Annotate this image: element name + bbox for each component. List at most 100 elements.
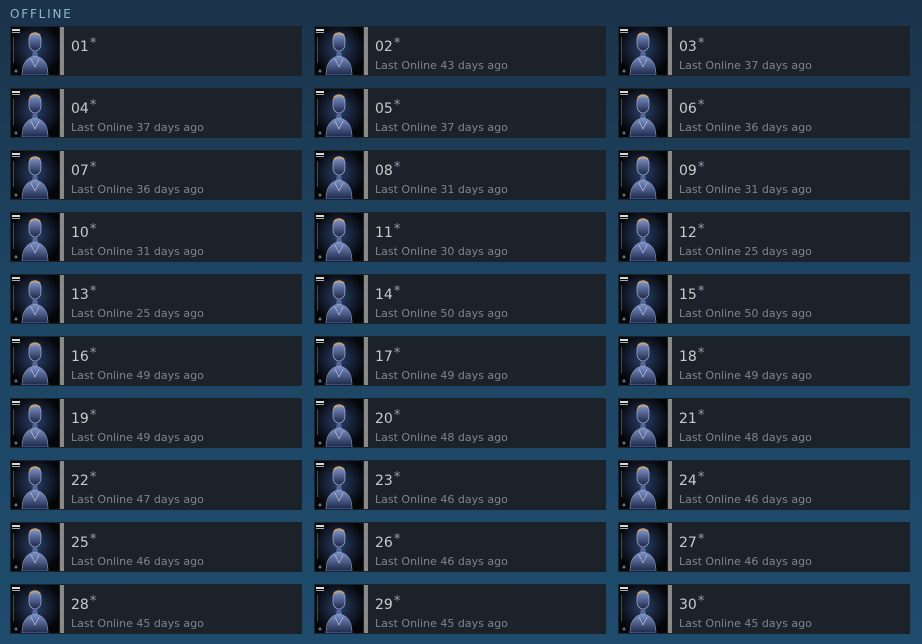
friend-name: 21*: [679, 408, 704, 427]
friend-tile[interactable]: 05* Last Online 37 days ago: [314, 88, 606, 138]
friend-name-text: 13: [71, 287, 89, 303]
nickname-star-icon: *: [393, 470, 401, 485]
friend-name: 19*: [71, 408, 96, 427]
avatar[interactable]: [315, 585, 363, 633]
avatar[interactable]: [315, 27, 363, 75]
avatar[interactable]: [619, 89, 667, 137]
last-online-status: Last Online 25 days ago: [679, 245, 812, 258]
avatar[interactable]: [619, 337, 667, 385]
offline-status-bar: [60, 399, 64, 447]
friend-tile[interactable]: 18* Last Online 49 days ago: [618, 336, 910, 386]
offline-status-bar: [60, 151, 64, 199]
avatar[interactable]: [315, 399, 363, 447]
friend-name-text: 20: [375, 411, 393, 427]
friend-tile[interactable]: 19* Last Online 49 days ago: [10, 398, 302, 448]
friend-tile[interactable]: 20* Last Online 48 days ago: [314, 398, 606, 448]
friend-tile[interactable]: 07* Last Online 36 days ago: [10, 150, 302, 200]
avatar[interactable]: [11, 275, 59, 323]
avatar[interactable]: [619, 213, 667, 261]
friend-name-text: 10: [71, 225, 89, 241]
friend-tile[interactable]: 29* Last Online 45 days ago: [314, 584, 606, 634]
avatar[interactable]: [619, 275, 667, 323]
friend-name: 04*: [71, 98, 96, 117]
avatar[interactable]: [619, 585, 667, 633]
last-online-status: Last Online 36 days ago: [679, 121, 812, 134]
friend-tile[interactable]: 30* Last Online 45 days ago: [618, 584, 910, 634]
robot-figure-avatar-icon: [11, 523, 59, 571]
friend-tile[interactable]: 16* Last Online 49 days ago: [10, 336, 302, 386]
offline-status-bar: [668, 585, 672, 633]
avatar[interactable]: [315, 337, 363, 385]
avatar[interactable]: [11, 523, 59, 571]
robot-figure-avatar-icon: [619, 151, 667, 199]
avatar[interactable]: [11, 399, 59, 447]
friend-name: 08*: [375, 160, 400, 179]
friend-tile[interactable]: 12* Last Online 25 days ago: [618, 212, 910, 262]
last-online-status: Last Online 48 days ago: [679, 431, 812, 444]
avatar[interactable]: [315, 89, 363, 137]
offline-status-bar: [364, 461, 368, 509]
avatar[interactable]: [619, 461, 667, 509]
friend-tile[interactable]: 08* Last Online 31 days ago: [314, 150, 606, 200]
friend-name-text: 15: [679, 287, 697, 303]
friend-name-text: 17: [375, 349, 393, 365]
avatar[interactable]: [315, 213, 363, 261]
friend-tile[interactable]: 01*: [10, 26, 302, 76]
avatar[interactable]: [11, 213, 59, 261]
friend-tile[interactable]: 17* Last Online 49 days ago: [314, 336, 606, 386]
robot-figure-avatar-icon: [619, 89, 667, 137]
nickname-star-icon: *: [89, 594, 97, 609]
avatar[interactable]: [619, 151, 667, 199]
friend-name-text: 24: [679, 473, 697, 489]
friend-tile[interactable]: 13* Last Online 25 days ago: [10, 274, 302, 324]
nickname-star-icon: *: [393, 284, 401, 299]
offline-status-bar: [364, 585, 368, 633]
avatar[interactable]: [11, 337, 59, 385]
friend-tile[interactable]: 23* Last Online 46 days ago: [314, 460, 606, 510]
avatar[interactable]: [619, 399, 667, 447]
last-online-status: Last Online 45 days ago: [71, 617, 204, 630]
avatar[interactable]: [11, 151, 59, 199]
friend-tile[interactable]: 09* Last Online 31 days ago: [618, 150, 910, 200]
friend-tile[interactable]: 06* Last Online 36 days ago: [618, 88, 910, 138]
avatar[interactable]: [11, 89, 59, 137]
friend-name-text: 07: [71, 163, 89, 179]
friend-name: 06*: [679, 98, 704, 117]
offline-status-bar: [668, 461, 672, 509]
avatar[interactable]: [619, 523, 667, 571]
friend-tile[interactable]: 21* Last Online 48 days ago: [618, 398, 910, 448]
offline-status-bar: [364, 89, 368, 137]
friend-tile[interactable]: 04* Last Online 37 days ago: [10, 88, 302, 138]
avatar[interactable]: [11, 461, 59, 509]
last-online-status: Last Online 46 days ago: [71, 555, 204, 568]
robot-figure-avatar-icon: [619, 399, 667, 447]
nickname-star-icon: *: [697, 160, 705, 175]
friend-tile[interactable]: 22* Last Online 47 days ago: [10, 460, 302, 510]
friend-name-text: 29: [375, 597, 393, 613]
friend-tile[interactable]: 03* Last Online 37 days ago: [618, 26, 910, 76]
avatar[interactable]: [619, 27, 667, 75]
avatar[interactable]: [315, 275, 363, 323]
friend-name: 15*: [679, 284, 704, 303]
avatar[interactable]: [315, 523, 363, 571]
friend-tile[interactable]: 10* Last Online 31 days ago: [10, 212, 302, 262]
avatar[interactable]: [315, 151, 363, 199]
friend-tile[interactable]: 26* Last Online 46 days ago: [314, 522, 606, 572]
offline-status-bar: [364, 337, 368, 385]
friend-tile[interactable]: 14* Last Online 50 days ago: [314, 274, 606, 324]
last-online-status: Last Online 49 days ago: [71, 369, 204, 382]
friend-tile[interactable]: 24* Last Online 46 days ago: [618, 460, 910, 510]
offline-status-bar: [364, 523, 368, 571]
friend-tile[interactable]: 28* Last Online 45 days ago: [10, 584, 302, 634]
friend-tile[interactable]: 25* Last Online 46 days ago: [10, 522, 302, 572]
friend-tile[interactable]: 27* Last Online 46 days ago: [618, 522, 910, 572]
friend-name-text: 11: [375, 225, 393, 241]
avatar[interactable]: [11, 27, 59, 75]
friend-name-text: 18: [679, 349, 697, 365]
avatar[interactable]: [315, 461, 363, 509]
friend-tile[interactable]: 11* Last Online 30 days ago: [314, 212, 606, 262]
friend-tile[interactable]: 15* Last Online 50 days ago: [618, 274, 910, 324]
avatar[interactable]: [11, 585, 59, 633]
offline-status-bar: [668, 213, 672, 261]
friend-tile[interactable]: 02* Last Online 43 days ago: [314, 26, 606, 76]
